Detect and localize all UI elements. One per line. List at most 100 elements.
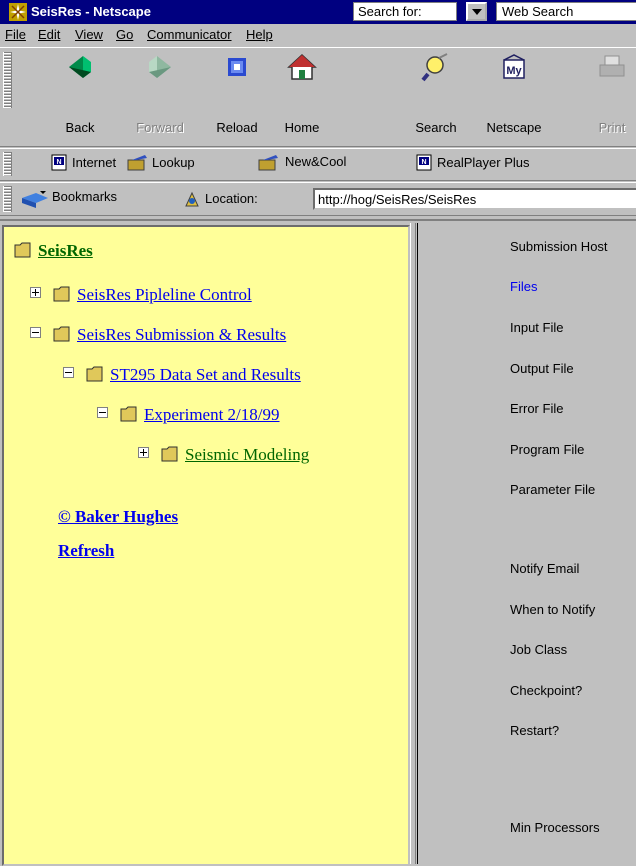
location-url-field[interactable] — [313, 188, 636, 210]
folder-icon — [14, 242, 31, 258]
personal-item-lookup[interactable]: Lookup — [127, 154, 195, 176]
menu-bar: File Edit View Go Communicator Help — [0, 24, 636, 46]
content-area: SeisRes SeisRes Pipleline Control SeisRe… — [0, 219, 636, 866]
expand-icon[interactable] — [30, 287, 41, 298]
home-button[interactable]: Home — [272, 52, 332, 135]
window-title: SeisRes - Netscape — [31, 4, 151, 19]
menu-file[interactable]: File — [5, 27, 26, 42]
tree-node-seismic-modeling[interactable]: Seismic Modeling — [138, 445, 309, 469]
notify-email-label: Notify Email — [510, 561, 580, 576]
folder-icon — [86, 366, 103, 382]
bookmark-page-icon: N — [416, 154, 432, 171]
forward-label: Forward — [136, 120, 184, 135]
tree-node-link[interactable]: ST295 Data Set and Results — [110, 365, 301, 384]
output-file-label: Output File — [510, 361, 574, 376]
title-bar: SeisRes - Netscape Search for: Web Searc… — [0, 0, 636, 24]
min-processors-label: Min Processors — [510, 820, 600, 835]
reload-label: Reload — [216, 120, 258, 135]
tree-node-link[interactable]: SeisRes Submission & Results — [77, 325, 286, 344]
folder-icon — [53, 326, 70, 342]
search-label: Search — [415, 120, 457, 135]
when-to-notify-label: When to Notify — [510, 602, 596, 617]
back-label: Back — [65, 120, 95, 135]
menu-go[interactable]: Go — [116, 27, 133, 42]
print-label: Print — [598, 120, 626, 135]
copyright-link[interactable]: © Baker Hughes — [58, 507, 178, 527]
personal-toolbar: N Internet Lookup New&Cool N RealPlayer … — [0, 148, 636, 181]
tree-node-link[interactable]: SeisRes Pipleline Control — [77, 285, 252, 304]
forward-button[interactable]: Forward — [130, 52, 190, 135]
tree-node-submission-results[interactable]: SeisRes Submission & Results — [30, 325, 286, 349]
search-button[interactable]: Search — [406, 52, 466, 135]
location-label: Location: — [205, 191, 258, 206]
menu-communicator[interactable]: Communicator — [147, 27, 232, 42]
folder-bookmark-icon — [258, 154, 280, 176]
expand-icon[interactable] — [138, 447, 149, 458]
back-arrow-icon — [69, 56, 91, 78]
search-icon — [421, 53, 448, 82]
tree-node-experiment[interactable]: Experiment 2/18/99 — [97, 405, 280, 429]
tree-root-link[interactable]: SeisRes — [38, 241, 93, 260]
bookmark-page-icon: N — [51, 154, 67, 171]
error-file-label: Error File — [510, 401, 564, 416]
personal-item-internet[interactable]: N Internet — [51, 154, 116, 176]
personal-item-label: RealPlayer Plus — [437, 155, 530, 170]
folder-icon — [161, 446, 178, 462]
submission-host-label: Submission Host — [510, 239, 608, 254]
personal-item-label: Lookup — [152, 155, 195, 170]
svg-text:N: N — [421, 159, 426, 166]
print-icon — [599, 55, 625, 77]
toolbar-grip[interactable] — [3, 52, 12, 108]
forward-arrow-icon — [149, 56, 171, 78]
search-engine-field[interactable]: Web Search — [496, 2, 636, 21]
bookmarks-icon — [22, 191, 48, 208]
submission-form-frame: Submission Host Files Input File Output … — [417, 223, 636, 864]
collapse-icon[interactable] — [63, 367, 74, 378]
collapse-icon[interactable] — [30, 327, 41, 338]
tree-node-link[interactable]: Experiment 2/18/99 — [144, 405, 280, 424]
reload-icon — [228, 58, 246, 76]
back-button[interactable]: Back — [50, 52, 110, 135]
reload-button[interactable]: Reload — [207, 52, 267, 135]
search-for-label: Search for: — [353, 2, 457, 21]
toolbar-grip[interactable] — [3, 186, 12, 212]
netscape-icon: My — [503, 54, 525, 79]
menu-view[interactable]: View — [75, 27, 103, 42]
location-toolbar: Bookmarks Location: — [0, 182, 636, 216]
job-class-label: Job Class — [510, 642, 568, 657]
menu-edit[interactable]: Edit — [38, 27, 60, 42]
checkpoint-label: Checkpoint? — [510, 683, 583, 698]
personal-item-realplayer[interactable]: N RealPlayer Plus — [416, 154, 530, 176]
home-label: Home — [284, 120, 320, 135]
refresh-link[interactable]: Refresh — [58, 541, 114, 561]
tree-root[interactable]: SeisRes — [14, 241, 93, 265]
personal-item-newcool[interactable]: New&Cool — [285, 154, 346, 176]
netscape-label: Netscape — [486, 120, 542, 135]
folder-icon — [120, 406, 137, 422]
home-icon — [287, 53, 317, 80]
menu-help[interactable]: Help — [246, 27, 273, 42]
search-engine-dropdown-button[interactable] — [466, 2, 487, 21]
svg-text:My: My — [506, 65, 522, 77]
netscape-button[interactable]: My Netscape — [484, 52, 544, 135]
input-file-label: Input File — [510, 320, 564, 335]
frame-divider[interactable] — [410, 223, 416, 864]
bookmarks-button[interactable]: Bookmarks — [52, 189, 117, 204]
navigation-tree-frame: SeisRes SeisRes Pipleline Control SeisRe… — [2, 225, 410, 866]
personal-item-label: Internet — [72, 155, 117, 170]
svg-text:N: N — [56, 159, 61, 166]
print-button[interactable]: Print — [582, 52, 636, 135]
tree-node-pipeline-control[interactable]: SeisRes Pipleline Control — [30, 285, 252, 309]
page-proxy-icon[interactable] — [183, 191, 201, 209]
tree-node-link[interactable]: Seismic Modeling — [185, 445, 309, 464]
collapse-icon[interactable] — [97, 407, 108, 418]
tree-node-st295[interactable]: ST295 Data Set and Results — [63, 365, 301, 389]
parameter-file-label: Parameter File — [510, 482, 596, 497]
navigation-toolbar: Back Forward Reload Home Search My Netsc… — [0, 47, 636, 147]
netscape-app-icon — [9, 3, 27, 21]
program-file-label: Program File — [510, 442, 585, 457]
folder-bookmark-icon — [127, 155, 147, 171]
restart-label: Restart? — [510, 723, 560, 738]
files-label[interactable]: Files — [510, 279, 537, 294]
toolbar-grip[interactable] — [3, 152, 12, 176]
